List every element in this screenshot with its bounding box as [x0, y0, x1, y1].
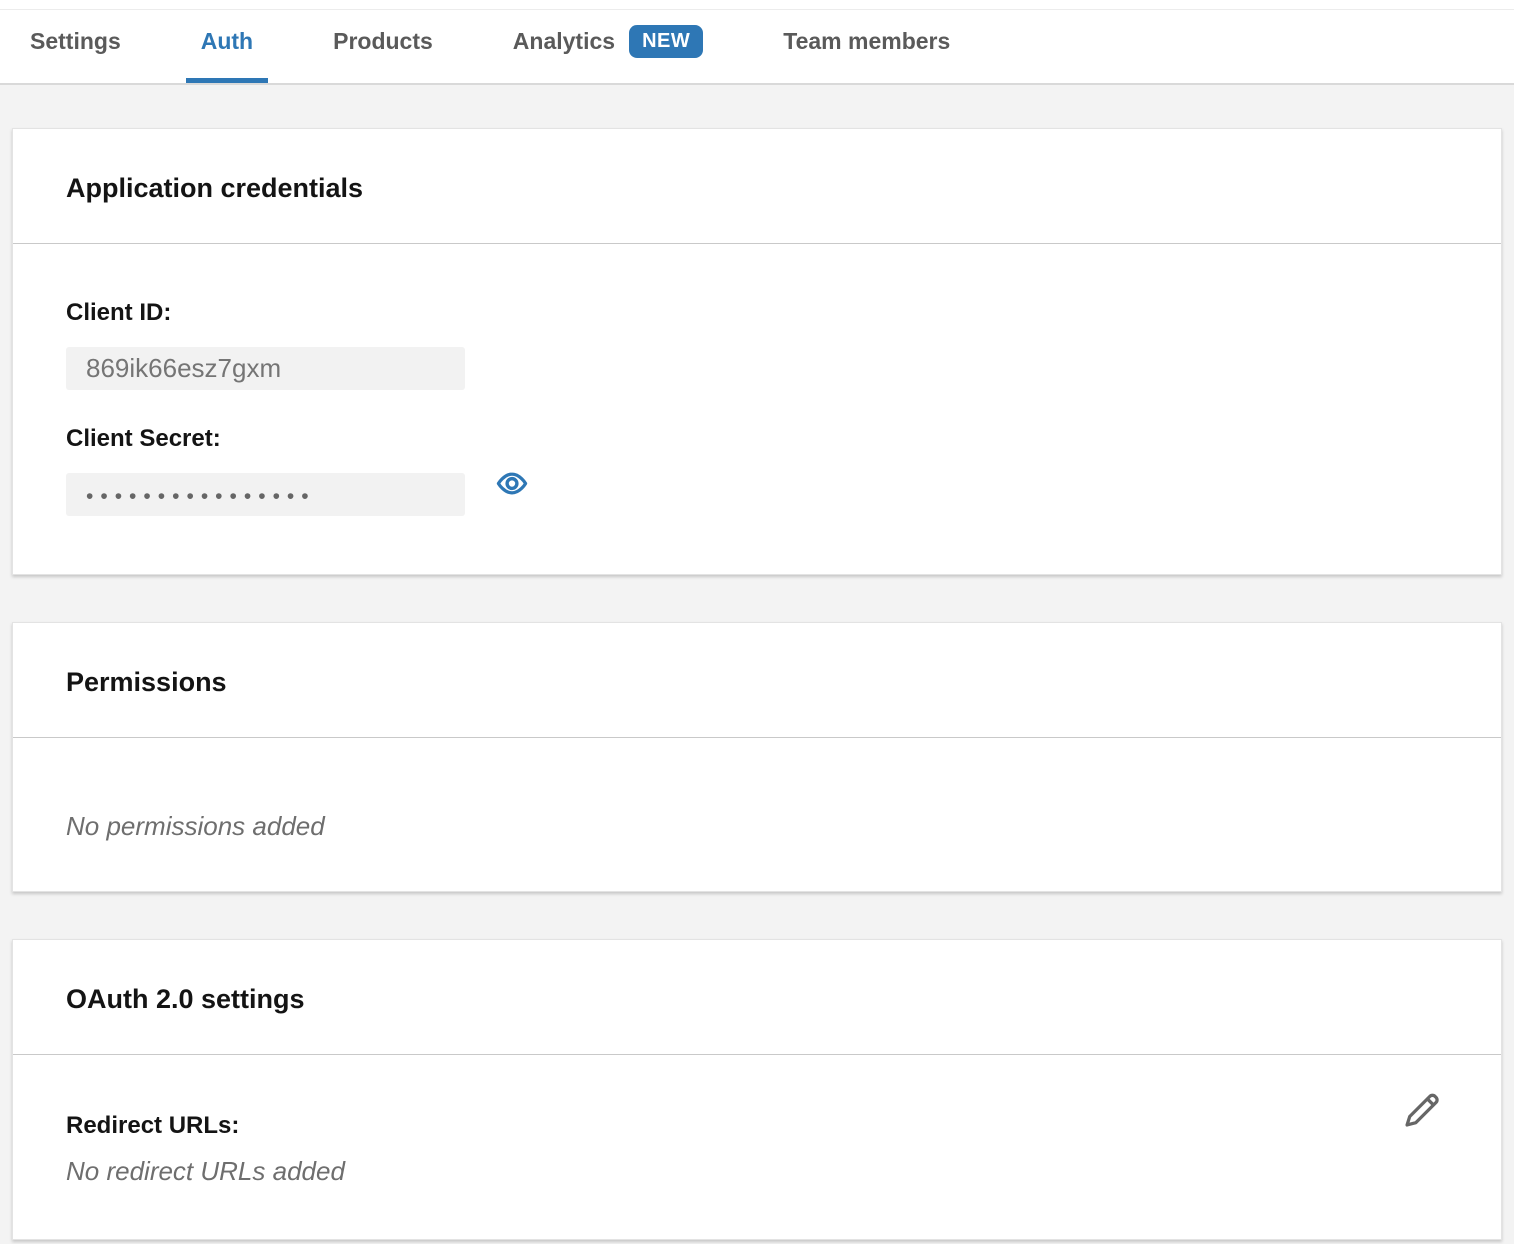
tab-products[interactable]: Products — [318, 0, 448, 83]
application-credentials-header: Application credentials — [13, 129, 1501, 244]
permissions-title: Permissions — [66, 665, 1448, 699]
tab-auth-label: Auth — [201, 28, 253, 55]
tab-products-label: Products — [333, 28, 433, 55]
edit-redirect-urls-button[interactable] — [1399, 1087, 1445, 1133]
permissions-empty-text: No permissions added — [66, 811, 1448, 842]
tab-team-members-label: Team members — [783, 28, 950, 55]
client-secret-label: Client Secret: — [66, 424, 1448, 453]
tab-bar: Settings Auth Products Analytics NEW Tea… — [0, 0, 1514, 85]
tab-team-members[interactable]: Team members — [768, 0, 965, 83]
client-id-field[interactable]: 869ik66esz7gxm — [66, 347, 465, 390]
oauth-settings-title: OAuth 2.0 settings — [66, 982, 1448, 1016]
reveal-secret-button[interactable] — [495, 470, 529, 500]
tab-analytics-label: Analytics — [513, 28, 615, 55]
oauth-settings-header: OAuth 2.0 settings — [13, 940, 1501, 1055]
permissions-body: No permissions added — [13, 738, 1501, 891]
application-credentials-card: Application credentials Client ID: 869ik… — [12, 128, 1502, 575]
client-secret-field[interactable]: •••••••••••••••• — [66, 473, 465, 516]
tab-auth[interactable]: Auth — [186, 0, 268, 83]
client-secret-row: •••••••••••••••• — [66, 453, 1448, 516]
client-id-label: Client ID: — [66, 298, 1448, 327]
application-credentials-body: Client ID: 869ik66esz7gxm Client Secret:… — [13, 244, 1501, 574]
new-badge: NEW — [629, 25, 703, 58]
application-credentials-title: Application credentials — [66, 171, 1448, 205]
pencil-icon — [1399, 1121, 1445, 1136]
tab-settings-label: Settings — [30, 28, 121, 55]
permissions-header: Permissions — [13, 623, 1501, 738]
tab-settings[interactable]: Settings — [15, 0, 136, 83]
permissions-card: Permissions No permissions added — [12, 622, 1502, 892]
top-hairline — [0, 9, 1514, 10]
eye-icon — [495, 470, 529, 500]
redirect-urls-empty-text: No redirect URLs added — [66, 1156, 1448, 1187]
redirect-urls-label: Redirect URLs: — [66, 1111, 1448, 1140]
oauth-settings-card: OAuth 2.0 settings Redirect URLs: No red… — [12, 939, 1502, 1240]
tab-analytics[interactable]: Analytics NEW — [498, 0, 718, 83]
oauth-settings-body: Redirect URLs: No redirect URLs added — [13, 1055, 1501, 1239]
